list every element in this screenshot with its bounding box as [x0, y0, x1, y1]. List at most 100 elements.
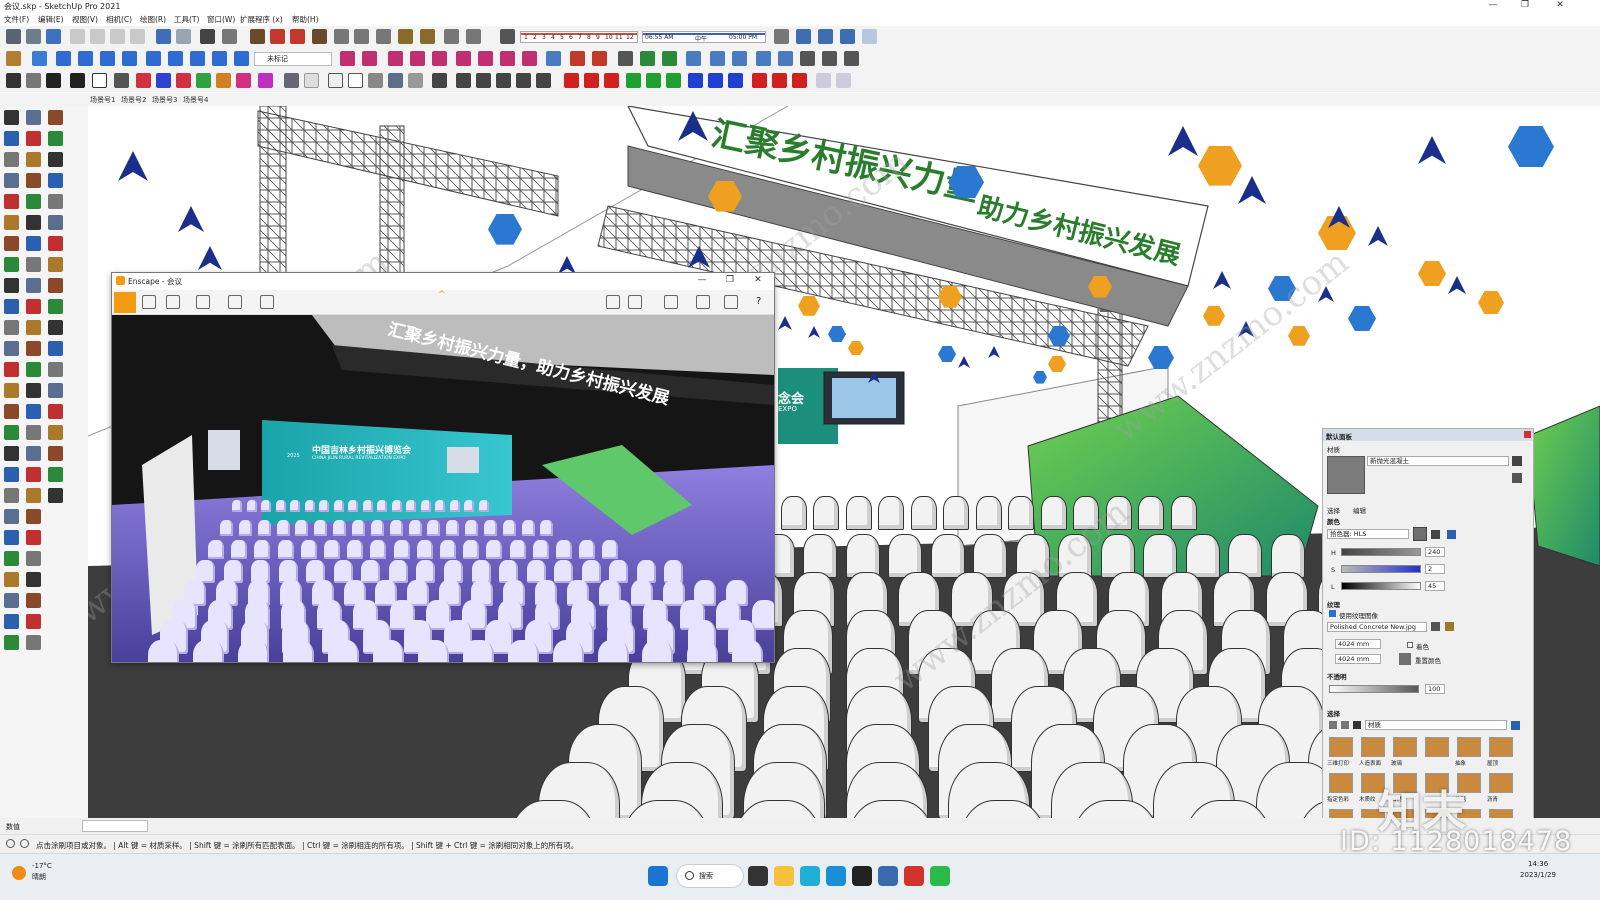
wechat-icon[interactable] [930, 866, 950, 886]
forward-icon[interactable] [1341, 721, 1349, 729]
video-icon[interactable] [228, 295, 242, 309]
tool-icon[interactable] [26, 530, 41, 545]
opacity-slider[interactable] [1329, 685, 1419, 693]
back-edges-icon[interactable] [304, 73, 319, 88]
distribute-icon[interactable] [772, 73, 787, 88]
menu-file[interactable]: 文件(F) [4, 14, 29, 25]
tool-icon[interactable] [48, 152, 63, 167]
back-icon[interactable] [1329, 721, 1337, 729]
settings-icon[interactable] [696, 295, 710, 309]
component-icon[interactable] [398, 29, 413, 44]
h-slider[interactable] [1341, 548, 1421, 556]
material-name-field[interactable]: 新抛光混凝土 [1367, 456, 1509, 466]
scale-icon[interactable] [290, 29, 305, 44]
iso-view-icon[interactable] [796, 29, 811, 44]
axes-icon[interactable] [376, 29, 391, 44]
hidden-line-icon[interactable] [348, 73, 363, 88]
front-view-icon[interactable] [840, 29, 855, 44]
enscape-window[interactable]: Enscape - 会议 — ❐ ✕ ^ ? 汇聚乡村振兴力量，助力乡村振兴发展… [111, 272, 775, 663]
stair-icon[interactable] [420, 29, 435, 44]
help-icon[interactable]: ? [756, 296, 761, 307]
cube-icon[interactable] [196, 73, 211, 88]
cloud-icon[interactable] [100, 51, 115, 66]
tool-icon[interactable] [26, 152, 41, 167]
tool-icon[interactable] [48, 236, 63, 251]
tool-icon[interactable] [26, 509, 41, 524]
tool-icon[interactable] [26, 236, 41, 251]
tool-icon[interactable] [26, 320, 41, 335]
tool-icon[interactable] [4, 320, 19, 335]
opacity-value[interactable]: 100 [1425, 684, 1445, 694]
tool-icon[interactable] [26, 488, 41, 503]
close-icon[interactable] [1524, 431, 1531, 438]
tool-icon[interactable] [4, 425, 19, 440]
home-icon[interactable] [1353, 721, 1361, 729]
menu-view[interactable]: 视图(V) [72, 14, 98, 25]
curve-icon[interactable] [478, 51, 493, 66]
align-icon[interactable] [626, 73, 641, 88]
tool-icon[interactable] [48, 110, 63, 125]
grid-icon[interactable] [822, 51, 837, 66]
tool-icon[interactable] [4, 236, 19, 251]
distribute-icon[interactable] [752, 73, 767, 88]
3d-text-icon[interactable] [816, 73, 831, 88]
cube-icon[interactable] [236, 73, 251, 88]
grid-icon[interactable] [800, 51, 815, 66]
menu-tools[interactable]: 工具(T) [174, 14, 199, 25]
warehouse-icon[interactable] [212, 51, 227, 66]
3d-text-icon[interactable] [836, 73, 851, 88]
tool-icon[interactable] [26, 383, 41, 398]
align-icon[interactable] [604, 73, 619, 88]
tool-icon[interactable] [4, 215, 19, 230]
line-icon[interactable] [6, 51, 21, 66]
menu-help[interactable]: 帮助(H) [292, 14, 319, 25]
create-material-icon[interactable] [1512, 456, 1522, 466]
align-icon[interactable] [564, 73, 579, 88]
section-icon[interactable] [536, 73, 551, 88]
tool-icon[interactable] [26, 299, 41, 314]
scene-tab-4[interactable]: 场景号4 [183, 95, 208, 105]
tool-icon[interactable] [4, 509, 19, 524]
tool-icon[interactable] [26, 131, 41, 146]
cloud-icon[interactable] [122, 51, 137, 66]
shadow-month-slider[interactable]: 1 2 3 4 5 6 7 8 9 10 11 12 [520, 31, 638, 43]
sketchup-icon[interactable] [878, 866, 898, 886]
tool-icon[interactable] [4, 131, 19, 146]
task-view-icon[interactable] [748, 866, 768, 886]
material-swatch[interactable] [1489, 773, 1513, 793]
curve-icon[interactable] [362, 51, 377, 66]
tool-icon[interactable] [26, 215, 41, 230]
enscape-minimize-button[interactable]: — [688, 275, 716, 288]
tool-icon[interactable] [26, 404, 41, 419]
extension-icon[interactable] [234, 51, 249, 66]
wireframe-icon[interactable] [328, 73, 343, 88]
menu-edit[interactable]: 编辑(E) [38, 14, 64, 25]
distribute-icon[interactable] [792, 73, 807, 88]
cube-icon[interactable] [258, 73, 273, 88]
scene-tab-3[interactable]: 场景号3 [152, 95, 177, 105]
tool-icon[interactable] [26, 278, 41, 293]
curve-icon[interactable] [432, 51, 447, 66]
tool-icon[interactable] [4, 467, 19, 482]
trim-icon[interactable] [592, 51, 607, 66]
xray-icon[interactable] [284, 73, 299, 88]
tool-icon[interactable] [26, 614, 41, 629]
tool-icon[interactable] [48, 173, 63, 188]
l-slider[interactable] [1341, 582, 1421, 590]
house-icon[interactable] [70, 73, 85, 88]
new-icon[interactable] [6, 29, 21, 44]
maximize-button[interactable]: ❐ [1510, 0, 1540, 13]
tab-edit[interactable]: 编辑 [1353, 505, 1366, 515]
cube-icon[interactable] [136, 73, 151, 88]
section-icon[interactable] [516, 73, 531, 88]
tool-icon[interactable] [4, 341, 19, 356]
info-icon[interactable] [20, 839, 29, 848]
curve-icon[interactable] [522, 51, 537, 66]
view-icon[interactable] [628, 295, 642, 309]
cut-icon[interactable] [70, 29, 85, 44]
tool-icon[interactable] [26, 425, 41, 440]
link-icon[interactable] [78, 51, 93, 66]
tab-select[interactable]: 选择 [1327, 505, 1340, 515]
tool-icon[interactable] [4, 383, 19, 398]
collapse-icon[interactable]: ^ [438, 290, 446, 300]
